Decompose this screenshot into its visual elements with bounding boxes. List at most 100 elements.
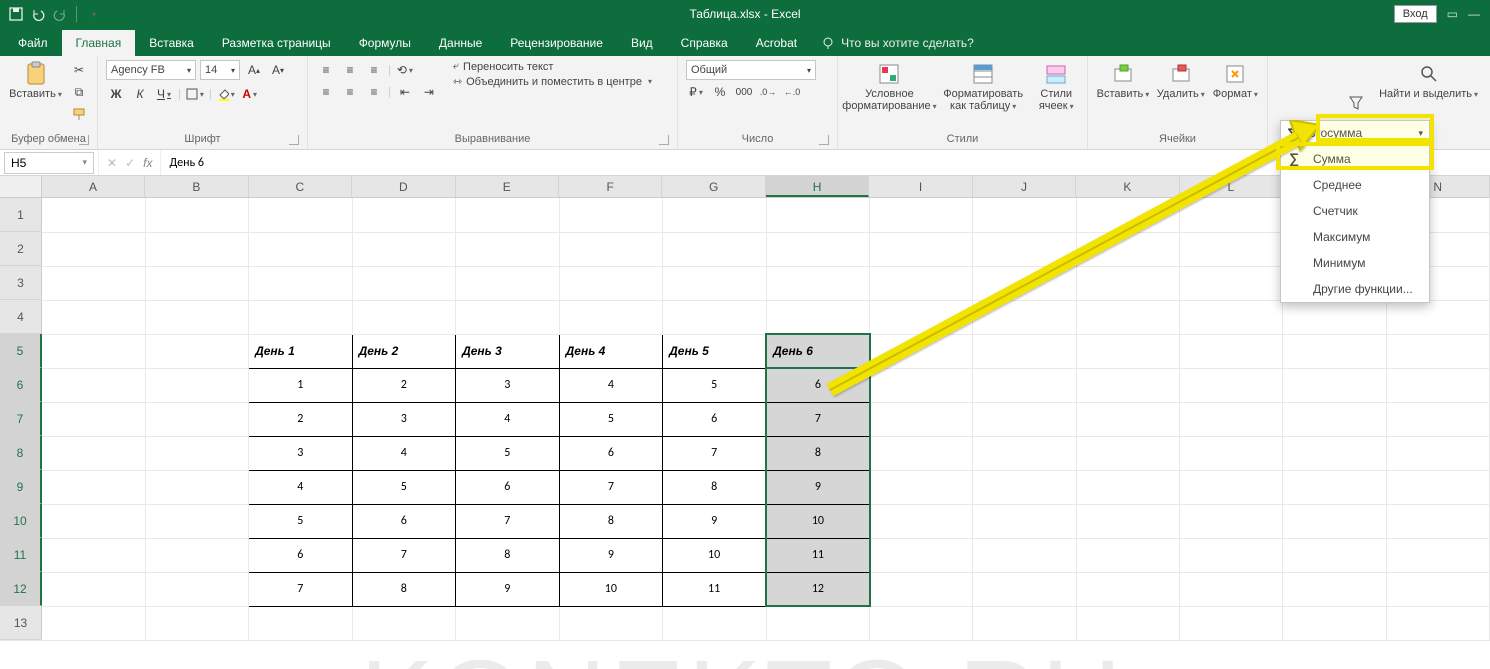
italic-button[interactable]: К bbox=[130, 84, 150, 104]
cell[interactable]: 6 bbox=[663, 402, 767, 436]
cell[interactable] bbox=[1283, 470, 1386, 504]
cell[interactable] bbox=[973, 402, 1076, 436]
minimize-icon[interactable]: — bbox=[1468, 7, 1480, 21]
cell[interactable]: 5 bbox=[249, 504, 353, 538]
cell[interactable]: 10 bbox=[559, 572, 663, 606]
row-header[interactable]: 10 bbox=[0, 504, 42, 538]
column-header[interactable]: E bbox=[456, 176, 559, 197]
fx-icon[interactable]: fx bbox=[143, 156, 152, 170]
column-header[interactable]: D bbox=[352, 176, 455, 197]
cell[interactable] bbox=[559, 232, 663, 266]
borders-icon[interactable] bbox=[185, 84, 205, 104]
cell[interactable] bbox=[973, 368, 1076, 402]
cell[interactable]: 5 bbox=[352, 470, 456, 504]
cell[interactable] bbox=[249, 300, 353, 334]
select-all-corner[interactable] bbox=[0, 176, 42, 197]
cell[interactable] bbox=[42, 334, 145, 368]
row-header[interactable]: 8 bbox=[0, 436, 42, 470]
format-as-table-button[interactable]: Форматировать как таблицу bbox=[939, 60, 1028, 114]
cell[interactable] bbox=[870, 232, 973, 266]
cell[interactable] bbox=[1180, 538, 1283, 572]
cell[interactable] bbox=[870, 198, 973, 232]
tab-справка[interactable]: Справка bbox=[667, 30, 742, 56]
cell[interactable]: 6 bbox=[352, 504, 456, 538]
row-header[interactable]: 13 bbox=[0, 606, 42, 640]
cell[interactable] bbox=[973, 232, 1076, 266]
cancel-icon[interactable]: ✕ bbox=[107, 156, 117, 170]
align-right-icon[interactable]: ≡ bbox=[364, 82, 384, 102]
menu-item-1[interactable]: Среднее bbox=[1281, 172, 1429, 198]
cell[interactable]: 7 bbox=[559, 470, 663, 504]
row-header[interactable]: 5 bbox=[0, 334, 42, 368]
cell[interactable] bbox=[42, 300, 145, 334]
cell[interactable] bbox=[1076, 436, 1179, 470]
cell[interactable] bbox=[663, 300, 767, 334]
format-painter-icon[interactable] bbox=[69, 104, 89, 124]
cell[interactable] bbox=[456, 232, 560, 266]
cell[interactable]: 4 bbox=[456, 402, 560, 436]
cell[interactable] bbox=[870, 266, 973, 300]
cell[interactable] bbox=[1386, 436, 1489, 470]
cell[interactable] bbox=[145, 198, 248, 232]
cell[interactable] bbox=[1076, 470, 1179, 504]
cell[interactable] bbox=[1076, 334, 1179, 368]
conditional-formatting-button[interactable]: Условное форматирование bbox=[846, 60, 933, 114]
row-header[interactable]: 11 bbox=[0, 538, 42, 572]
insert-cells-button[interactable]: Вставить bbox=[1096, 60, 1150, 102]
cell[interactable] bbox=[1076, 368, 1179, 402]
cell[interactable]: 6 bbox=[559, 436, 663, 470]
cell[interactable] bbox=[42, 606, 145, 640]
cell[interactable] bbox=[456, 606, 560, 640]
comma-style-icon[interactable]: 000 bbox=[734, 82, 754, 102]
cell[interactable] bbox=[1386, 300, 1489, 334]
cell[interactable] bbox=[973, 504, 1076, 538]
cell[interactable] bbox=[1180, 266, 1283, 300]
cell[interactable] bbox=[1180, 334, 1283, 368]
save-icon[interactable] bbox=[8, 6, 24, 22]
font-name-combo[interactable]: Agency FB▾ bbox=[106, 60, 196, 80]
cell[interactable] bbox=[249, 606, 353, 640]
align-bottom-icon[interactable]: ≡ bbox=[364, 60, 384, 80]
cell[interactable] bbox=[870, 504, 973, 538]
copy-icon[interactable]: ⧉ bbox=[69, 82, 89, 102]
decrease-decimal-icon[interactable]: ←.0 bbox=[782, 82, 802, 102]
menu-item-0[interactable]: ∑Сумма bbox=[1281, 146, 1429, 172]
cell[interactable] bbox=[559, 606, 663, 640]
dialog-launcher-icon[interactable] bbox=[289, 135, 299, 145]
tab-вставка[interactable]: Вставка bbox=[135, 30, 208, 56]
cell[interactable] bbox=[1076, 606, 1179, 640]
name-box[interactable]: H5▾ bbox=[4, 152, 94, 174]
cell[interactable]: 4 bbox=[352, 436, 456, 470]
number-format-combo[interactable]: Общий▾ bbox=[686, 60, 816, 80]
cell[interactable] bbox=[1180, 232, 1283, 266]
cell[interactable] bbox=[1076, 504, 1179, 538]
row-header[interactable]: 1 bbox=[0, 198, 42, 232]
cell[interactable] bbox=[456, 266, 560, 300]
cell[interactable] bbox=[1180, 504, 1283, 538]
cell[interactable] bbox=[973, 436, 1076, 470]
cell[interactable] bbox=[1180, 470, 1283, 504]
cell[interactable]: 9 bbox=[663, 504, 767, 538]
tab-данные[interactable]: Данные bbox=[425, 30, 496, 56]
decrease-font-icon[interactable]: A▾ bbox=[268, 60, 288, 80]
cell[interactable] bbox=[1386, 402, 1489, 436]
cell[interactable]: День 4 bbox=[559, 334, 663, 368]
cell[interactable]: День 5 bbox=[663, 334, 767, 368]
wrap-text-button[interactable]: ⤶ Переносить текст bbox=[453, 60, 652, 73]
row-header[interactable]: 6 bbox=[0, 368, 42, 402]
cell[interactable] bbox=[1076, 572, 1179, 606]
redo-icon[interactable] bbox=[52, 6, 68, 22]
merge-center-button[interactable]: ⇿ Объединить и поместить в центре bbox=[453, 75, 652, 88]
cell[interactable] bbox=[870, 402, 973, 436]
cell[interactable]: 8 bbox=[559, 504, 663, 538]
cell[interactable] bbox=[973, 572, 1076, 606]
cell[interactable] bbox=[559, 266, 663, 300]
cell[interactable]: День 6 bbox=[766, 334, 870, 368]
login-button[interactable]: Вход bbox=[1394, 5, 1437, 23]
cell[interactable] bbox=[663, 606, 767, 640]
cell[interactable] bbox=[145, 538, 248, 572]
column-header[interactable]: C bbox=[249, 176, 352, 197]
cell[interactable] bbox=[870, 606, 973, 640]
cell[interactable] bbox=[249, 266, 353, 300]
menu-item-2[interactable]: Счетчик bbox=[1281, 198, 1429, 224]
